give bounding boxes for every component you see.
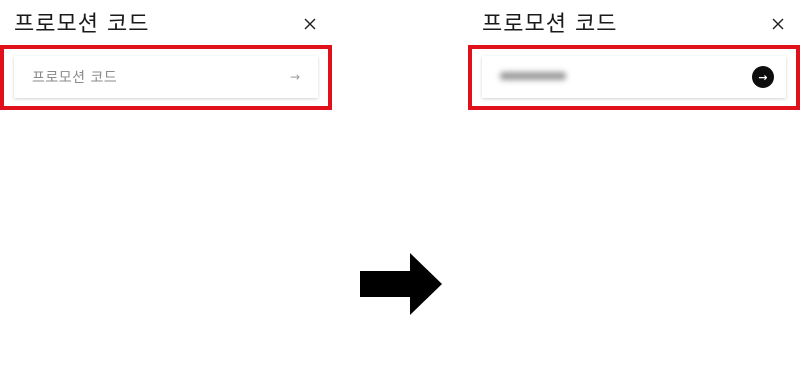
blurred-code	[500, 71, 566, 80]
promo-panel-before: 프로모션 코드 프로모션 코드 →	[0, 0, 332, 120]
promo-panel-after: 프로모션 코드 →	[468, 0, 800, 120]
panel-title: 프로모션 코드	[482, 12, 618, 37]
close-icon	[304, 18, 316, 30]
highlight-box: →	[468, 45, 800, 110]
panel-title: 프로모션 코드	[14, 12, 150, 37]
promo-code-field[interactable]: 프로모션 코드 →	[14, 56, 318, 98]
arrow-right-circle-icon: →	[758, 70, 768, 84]
promo-code-input-placeholder[interactable]: 프로모션 코드	[14, 67, 284, 87]
close-button[interactable]	[768, 14, 788, 34]
arrow-right-icon: →	[289, 70, 301, 84]
promo-code-input-value[interactable]	[482, 70, 752, 85]
close-icon	[772, 18, 784, 30]
right-arrow-icon	[360, 253, 442, 315]
highlight-box: 프로모션 코드 →	[0, 45, 332, 110]
close-button[interactable]	[300, 14, 320, 34]
submit-button[interactable]: →	[752, 66, 774, 88]
submit-button[interactable]: →	[284, 66, 306, 88]
promo-code-field[interactable]: →	[482, 56, 786, 98]
